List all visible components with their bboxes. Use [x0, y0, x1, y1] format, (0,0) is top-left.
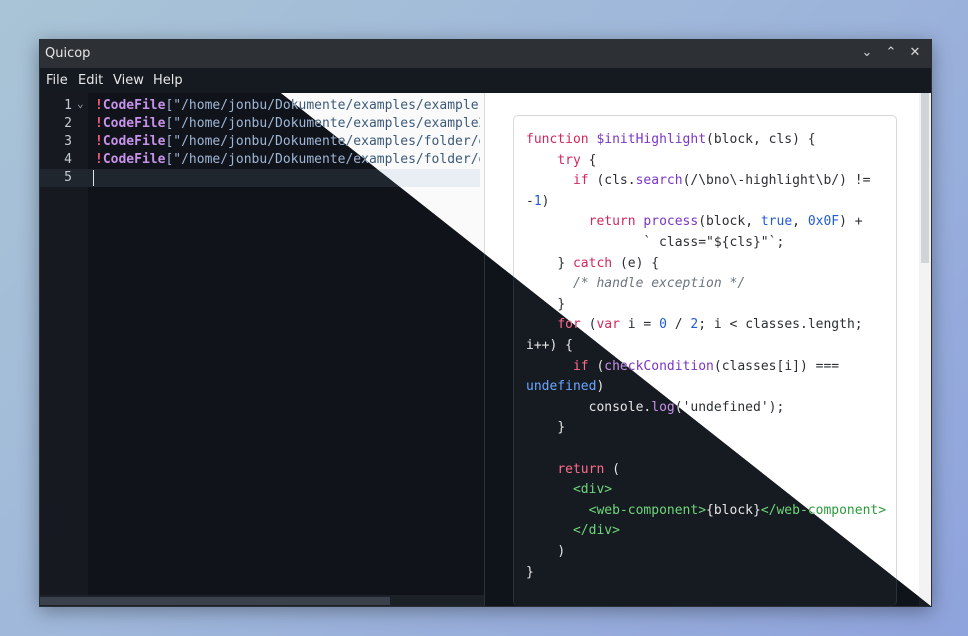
menu-bar: File Edit View Help — [40, 68, 931, 93]
preview-code-line: return process(block, true, 0x0F) + — [588, 214, 863, 230]
directive-marker: ! — [95, 152, 103, 167]
text-caret — [93, 170, 94, 186]
minimize-icon[interactable]: ⌄ — [859, 45, 875, 61]
directive-marker: ! — [95, 98, 103, 113]
menu-help[interactable]: Help — [153, 73, 183, 88]
line-number: 1 — [64, 98, 72, 113]
line-number: 5 — [64, 170, 72, 185]
horizontal-scrollbar[interactable] — [40, 595, 485, 606]
menu-view[interactable]: View — [113, 73, 144, 88]
preview-code-line: if (cls.search(/\bno\-highlight\b/) != — [572, 173, 871, 189]
vertical-scrollbar — [919, 93, 931, 606]
preview-code-line: export $initHighlight; — [526, 606, 706, 607]
line-number: 4 — [64, 152, 72, 167]
app-window: Quicop ⌄ ⌃ ✕ File Edit View Help 1 ⌄ !Code… — [39, 39, 932, 607]
menu-edit[interactable]: Edit — [78, 73, 103, 88]
preview-code-line: try { — [557, 152, 597, 168]
fold-chevron-icon[interactable]: ⌄ — [77, 97, 84, 110]
preview-code-line: ` class="${cls}"`; — [643, 235, 785, 250]
line-number: 2 — [64, 116, 72, 131]
directive-keyword: CodeFile — [102, 134, 166, 149]
preview-code-line: ) — [557, 544, 566, 559]
scrollbar-thumb — [921, 93, 929, 263]
preview-code-line: i++) { — [526, 338, 573, 353]
preview-code-line: } — [526, 564, 534, 580]
directive-marker: ! — [95, 134, 103, 149]
preview-code-line: <div> — [572, 482, 613, 498]
scrollbar-thumb[interactable] — [40, 597, 390, 605]
directive-keyword: CodeFile — [102, 98, 166, 113]
title-bar[interactable]: Quicop ⌄ ⌃ ✕ — [40, 40, 931, 68]
directive-keyword: CodeFile — [102, 116, 166, 131]
preview-code-line: function $initHighlight(block, cls) { — [526, 132, 816, 147]
preview-code-line: /* handle exception */ — [572, 276, 746, 292]
line-number: 3 — [64, 134, 72, 149]
maximize-icon[interactable]: ⌃ — [883, 45, 899, 61]
preview-code-line: } — [557, 420, 566, 436]
preview-code-line: </div> — [572, 523, 620, 539]
window-title: Quicop — [45, 46, 91, 61]
menu-file[interactable]: File — [46, 73, 68, 88]
directive-keyword: CodeFile — [102, 152, 166, 167]
preview-code-line: } catch (e) { — [557, 255, 660, 271]
directive-marker: ! — [95, 116, 103, 131]
preview-code-line: return ( — [557, 461, 620, 477]
close-icon[interactable]: ✕ — [907, 45, 923, 61]
preview-code-line: undefined) — [526, 379, 605, 395]
preview-code-line: -1) — [526, 193, 550, 209]
